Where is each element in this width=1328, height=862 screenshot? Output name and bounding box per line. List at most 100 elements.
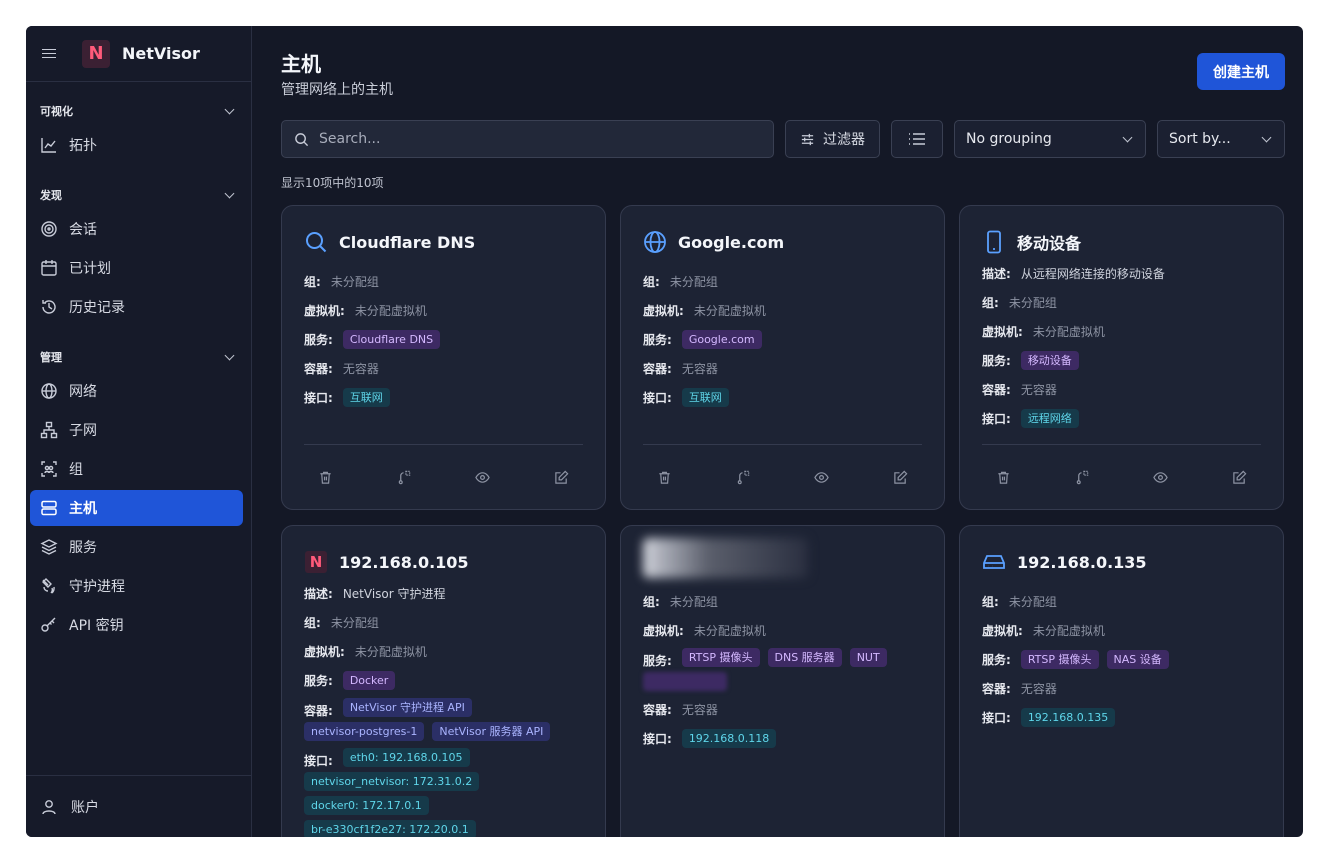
eye-icon[interactable] (814, 470, 830, 485)
sidebar-item-subnets[interactable]: 子网 (30, 412, 243, 448)
brand-header: N NetVisor (26, 26, 251, 82)
host-card[interactable]: 移动设备 描述: 从远程网络连接的移动设备 组: 未分配组 虚拟机: 未分配虚拟机 服… (959, 205, 1284, 510)
service-tag[interactable]: RTSP 摄像头 (681, 648, 760, 667)
create-host-button[interactable]: 创建主机 (1197, 53, 1285, 90)
key-icon (40, 616, 58, 634)
filter-button[interactable]: 过滤器 (785, 120, 880, 158)
section-discovery[interactable]: 发现 (26, 184, 251, 206)
chevron-down-icon (224, 104, 235, 114)
interface-tag[interactable]: docker0: 172.17.0.1 (304, 796, 429, 815)
sort-select[interactable]: Sort by... (1157, 120, 1285, 158)
page-subtitle: 管理网络上的主机 (281, 82, 393, 98)
service-tag[interactable]: RTSP 摄像头 (1020, 649, 1099, 669)
card-actions (304, 444, 583, 509)
menu-icon[interactable] (42, 48, 56, 59)
edit-icon[interactable] (893, 470, 908, 485)
card-actions (982, 444, 1261, 509)
sidebar-item-networks[interactable]: 网络 (30, 373, 243, 409)
service-tag[interactable]: DNS 服务器 (767, 648, 842, 667)
sidebar-item-hosts[interactable]: 主机 (30, 490, 243, 526)
trash-icon[interactable] (996, 470, 1011, 485)
service-tag[interactable]: NUT (849, 648, 887, 667)
service-tag[interactable]: 移动设备 (1020, 350, 1079, 370)
host-card[interactable]: 组: 未分配组 虚拟机: 未分配虚拟机 服务: RTSP 摄像头 DNS 服务器 N… (620, 525, 945, 837)
edit-icon[interactable] (1232, 470, 1247, 485)
container-tag[interactable]: NetVisor 守护进程 API (342, 698, 472, 717)
interface-tag[interactable]: br-e330cf1f2e27: 172.20.0.1 (304, 820, 476, 837)
search-input[interactable] (319, 131, 719, 147)
search-box[interactable] (281, 120, 774, 158)
trash-icon[interactable] (657, 470, 672, 485)
interface-tag[interactable]: 远程网络 (1020, 408, 1079, 428)
layers-icon (40, 538, 58, 556)
sidebar-item-scheduled[interactable]: 已计划 (30, 250, 243, 286)
history-icon (40, 298, 58, 316)
app-window: N NetVisor 可视化 拓扑 发现 会话 已计划 历史记录 管理 网络 子… (26, 26, 1303, 837)
view-toggle-button[interactable] (891, 120, 943, 158)
service-tag[interactable]: Docker (342, 670, 396, 690)
chevron-down-icon (1122, 132, 1133, 142)
server-icon (40, 499, 58, 517)
container-tag[interactable]: netvisor-postgres-1 (304, 722, 425, 741)
satellite-icon (40, 577, 58, 595)
interface-tag[interactable]: eth0: 192.168.0.105 (342, 748, 470, 767)
sidebar-item-groups[interactable]: 组 (30, 451, 243, 487)
sidebar-item-topology[interactable]: 拓扑 (30, 127, 243, 163)
sidebar-item-sessions[interactable]: 会话 (30, 211, 243, 247)
sidebar-item-services[interactable]: 服务 (30, 529, 243, 565)
chart-icon (40, 136, 58, 154)
interface-tag[interactable]: netvisor_netvisor: 172.31.0.2 (304, 772, 480, 791)
host-card[interactable]: N 192.168.0.105 描述: NetVisor 守护进程 组: 未分配组 … (281, 525, 606, 837)
card-actions (643, 444, 922, 509)
search-icon (295, 132, 309, 146)
result-count: 显示10项中的10项 (281, 176, 384, 190)
sliders-icon (801, 133, 814, 145)
service-tag[interactable]: Google.com (681, 329, 762, 349)
chevron-down-icon (224, 188, 235, 198)
chevron-down-icon (1261, 132, 1272, 142)
sidebar-item-api-keys[interactable]: API 密钥 (30, 607, 243, 643)
chevron-down-icon (224, 350, 235, 360)
host-card[interactable]: Google.com 组: 未分配组 虚拟机: 未分配虚拟机 服务: Google.c… (620, 205, 945, 510)
interface-tag[interactable]: 互联网 (342, 387, 390, 407)
edit-icon[interactable] (554, 470, 569, 485)
section-management[interactable]: 管理 (26, 346, 251, 368)
host-title: 192.168.0.135 (1017, 552, 1147, 572)
eye-icon[interactable] (475, 470, 491, 485)
consolidate-icon[interactable] (736, 470, 751, 485)
nas-drive-icon (982, 550, 1006, 574)
sidebar-item-history[interactable]: 历史记录 (30, 289, 243, 325)
host-title: Google.com (678, 232, 785, 252)
container-tag[interactable]: NetVisor 服务器 API (432, 722, 551, 741)
redacted-service-tag[interactable]: . (643, 672, 727, 691)
host-grid: Cloudflare DNS 组: 未分配组 虚拟机: 未分配虚拟机 服务: Clou… (281, 205, 1285, 837)
host-card[interactable]: 192.168.0.135 组: 未分配组 虚拟机: 未分配虚拟机 服务: RTSP… (959, 525, 1284, 837)
host-title: 移动设备 (1017, 234, 1082, 253)
section-visualization[interactable]: 可视化 (26, 100, 251, 122)
service-tag[interactable]: Cloudflare DNS (342, 329, 441, 349)
trash-icon[interactable] (318, 470, 333, 485)
interface-tag[interactable]: 互联网 (681, 387, 729, 407)
redacted-title (643, 538, 808, 578)
consolidate-icon[interactable] (1075, 470, 1090, 485)
group-icon (40, 460, 58, 478)
sidebar-item-daemons[interactable]: 守护进程 (30, 568, 243, 604)
interface-tag[interactable]: 192.168.0.135 (1020, 707, 1116, 727)
grouping-select[interactable]: No grouping (954, 120, 1146, 158)
interface-tag[interactable]: 192.168.0.118 (681, 728, 777, 748)
user-icon (40, 798, 58, 816)
netvisor-logo-icon: N (82, 39, 110, 68)
sidebar: N NetVisor 可视化 拓扑 发现 会话 已计划 历史记录 管理 网络 子… (26, 26, 252, 837)
eye-icon[interactable] (1153, 470, 1169, 485)
consolidate-icon[interactable] (397, 470, 412, 485)
netvisor-logo-icon: N (304, 550, 328, 574)
host-card[interactable]: Cloudflare DNS 组: 未分配组 虚拟机: 未分配虚拟机 服务: Clou… (281, 205, 606, 510)
service-tag[interactable]: NAS 设备 (1106, 649, 1169, 669)
host-title: 192.168.0.105 (339, 552, 469, 572)
list-icon (909, 133, 925, 145)
calendar-icon (40, 259, 58, 277)
main-content: 主机 管理网络上的主机 创建主机 过滤器 No grouping Sort by… (252, 26, 1303, 837)
radar-icon (40, 220, 58, 238)
host-title: Cloudflare DNS (339, 232, 476, 252)
sidebar-item-account[interactable]: 账户 (26, 775, 251, 837)
